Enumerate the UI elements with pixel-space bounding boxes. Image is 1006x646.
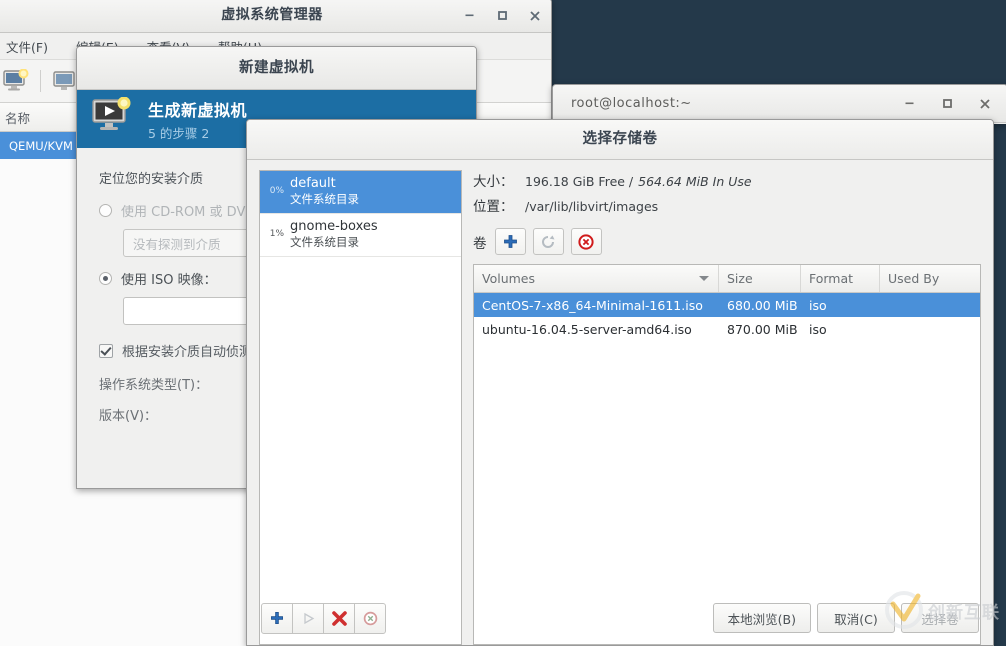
maximize-icon[interactable] (494, 8, 510, 24)
pool-size-used: 564.64 MiB In Use (638, 174, 752, 189)
pool-type: 文件系统目录 (290, 235, 359, 249)
vm-manager-titlebar: 虚拟系统管理器 (0, 0, 551, 33)
cell-format: iso (809, 321, 827, 337)
pool-size-line: 大小： 196.18 GiB Free / 564.64 MiB In Use (473, 170, 981, 190)
pool-size-free: 196.18 GiB Free / (525, 174, 634, 189)
storage-volume-title: 选择存储卷 (582, 131, 658, 147)
pool-name: gnome-boxes (290, 219, 378, 234)
column-header-volumes-label: Volumes (482, 271, 536, 286)
volume-panel: 大小： 196.18 GiB Free / 564.64 MiB In Use … (473, 170, 981, 645)
checkbox-icon (99, 343, 113, 358)
chevron-down-icon (699, 276, 709, 281)
radio-circle-icon (99, 204, 112, 217)
storage-volume-footer: 本地浏览(B) 取消(C) 选择卷 (247, 591, 993, 645)
new-vm-title: 新建虚拟机 (239, 60, 314, 76)
pool-usage-percent: 1% (269, 228, 284, 239)
cell-volume: CentOS-7-x86_64-Minimal-1611.iso (482, 297, 703, 313)
terminal-window-controls (901, 85, 993, 122)
new-vm-icon (91, 96, 135, 141)
browse-local-button[interactable]: 本地浏览(B) (712, 603, 811, 633)
volumes-label: 卷 (473, 235, 487, 252)
cell-size: 870.00 MiB (727, 321, 798, 337)
volume-toolbar: 卷 (473, 228, 981, 255)
new-vm-banner-text: 生成新虚拟机 5 的步骤 2 (148, 97, 247, 142)
column-header-used-by-label: Used By (888, 271, 940, 286)
pool-toolbar (261, 602, 386, 634)
minimize-icon[interactable] (901, 92, 917, 115)
storage-pool-item-gnome-boxes[interactable]: 1% gnome-boxes 文件系统目录 (260, 214, 461, 257)
table-row[interactable]: ubuntu-16.04.5-server-amd64.iso 870.00 M… (474, 317, 980, 341)
terminal-titlebar: root@localhost:~ (553, 85, 1006, 123)
volumes-table: Volumes Size Format Used By CentOS-7-x86… (473, 264, 981, 645)
table-row[interactable]: CentOS-7-x86_64-Minimal-1611.iso 680.00 … (474, 293, 980, 317)
maximize-icon[interactable] (939, 96, 955, 112)
new-vm-step: 5 的步骤 2 (148, 125, 210, 141)
terminal-window: root@localhost:~ (552, 84, 1006, 124)
vm-list-row-label: QEMU/KVM (9, 138, 73, 153)
add-volume-icon[interactable] (494, 228, 526, 255)
stop-pool-icon[interactable] (354, 602, 386, 634)
pool-type: 文件系统目录 (290, 192, 359, 206)
choose-volume-button[interactable]: 选择卷 (901, 603, 979, 633)
storage-volume-body: 0% default 文件系统目录 1% gnome-boxes 文件系统目录 (247, 160, 993, 645)
add-pool-icon[interactable] (261, 602, 293, 634)
column-header-size-label: Size (727, 271, 753, 286)
menu-file[interactable]: 文件(F) (1, 36, 53, 57)
column-header-format-label: Format (809, 271, 854, 286)
column-header-format[interactable]: Format (801, 265, 880, 292)
os-type-label: 操作系统类型(T)： (99, 378, 209, 393)
version-label: 版本(V)： (99, 409, 158, 424)
storage-volume-titlebar: 选择存储卷 (247, 120, 993, 160)
refresh-volume-icon[interactable] (532, 228, 564, 255)
delete-pool-icon[interactable] (323, 602, 355, 634)
pool-size-label: 大小： (473, 174, 514, 190)
start-pool-icon[interactable] (292, 602, 324, 634)
close-icon[interactable] (527, 8, 543, 24)
vm-manager-window-controls (461, 0, 543, 32)
pool-location-label: 位置： (473, 199, 514, 215)
column-header-used-by[interactable]: Used By (880, 265, 980, 292)
pool-location-line: 位置： /var/lib/libvirt/images (473, 195, 981, 215)
storage-pool-item-default[interactable]: 0% default 文件系统目录 (260, 171, 461, 214)
volumes-table-header: Volumes Size Format Used By (474, 265, 980, 293)
choose-storage-volume-window: 选择存储卷 0% default 文件系统目录 1% gnome-boxes 文… (246, 119, 994, 646)
pool-usage-percent: 0% (269, 185, 284, 196)
column-header-volumes[interactable]: Volumes (474, 265, 719, 292)
pool-location-value: /var/lib/libvirt/images (525, 199, 659, 214)
minimize-icon[interactable] (461, 4, 477, 27)
new-vm-heading: 生成新虚拟机 (148, 100, 248, 120)
storage-volume-action-buttons: 本地浏览(B) 取消(C) 选择卷 (712, 603, 979, 633)
desktop: 虚拟系统管理器 文件(F) 编辑(E) 查看(V) 帮助(H) (0, 0, 1006, 646)
cell-format: iso (809, 297, 827, 313)
storage-pool-panel: 0% default 文件系统目录 1% gnome-boxes 文件系统目录 (259, 170, 462, 645)
new-vm-titlebar: 新建虚拟机 (77, 47, 476, 90)
cdrom-media-combo-value: 没有探测到介质 (133, 236, 221, 252)
cell-size: 680.00 MiB (727, 297, 798, 313)
radio-circle-icon (99, 272, 112, 285)
vm-list-column-name: 名称 (5, 110, 31, 126)
toolbar-separator (40, 70, 41, 92)
cell-volume: ubuntu-16.04.5-server-amd64.iso (482, 321, 692, 337)
radio-use-cdrom-label: 使用 CD-ROM 或 DVD (121, 205, 256, 220)
new-vm-icon[interactable] (1, 66, 31, 96)
delete-volume-icon[interactable] (570, 228, 602, 255)
pool-name: default (290, 176, 336, 191)
storage-pool-list[interactable]: 0% default 文件系统目录 1% gnome-boxes 文件系统目录 (259, 170, 462, 645)
close-icon[interactable] (977, 96, 993, 112)
radio-use-iso-label: 使用 ISO 映像： (121, 273, 217, 288)
cancel-button[interactable]: 取消(C) (817, 603, 895, 633)
column-header-size[interactable]: Size (719, 265, 801, 292)
